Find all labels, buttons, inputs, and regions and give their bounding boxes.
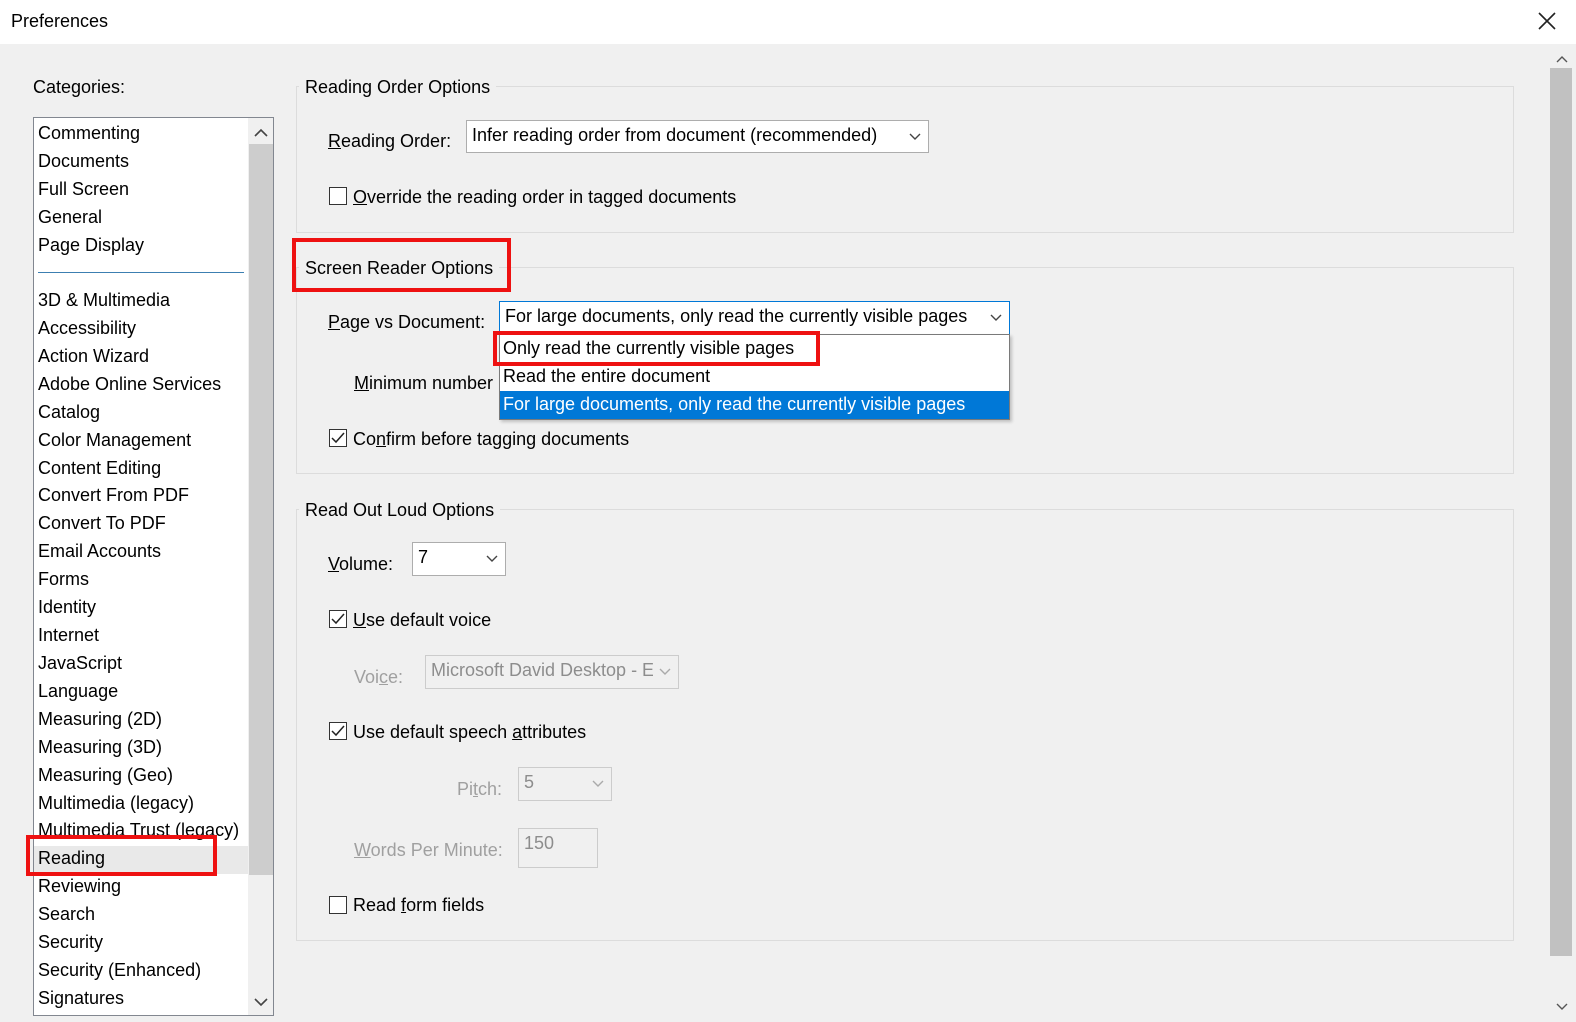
category-item[interactable]: Measuring (3D): [38, 737, 162, 758]
dropdown-option[interactable]: Read the entire document: [500, 363, 1009, 391]
reading-order-title: Reading Order Options: [299, 77, 497, 98]
checkmark-icon: [331, 725, 345, 737]
category-item[interactable]: Multimedia (legacy): [38, 793, 194, 814]
category-item[interactable]: Measuring (2D): [38, 709, 162, 730]
category-item[interactable]: Reviewing: [38, 876, 121, 897]
categories-list[interactable]: Commenting Documents Full Screen General Pag…: [33, 117, 274, 1016]
chevron-down-icon: [585, 768, 611, 800]
categories-scrollbar[interactable]: [248, 118, 273, 1015]
category-item[interactable]: Page Display: [38, 235, 144, 256]
override-checkbox[interactable]: [329, 187, 347, 205]
use-default-voice-label: Use default voice: [353, 610, 492, 630]
category-item[interactable]: Commenting: [38, 123, 140, 144]
category-item[interactable]: Security (Enhanced): [38, 960, 201, 981]
reading-annotation-box: [26, 835, 217, 876]
category-item[interactable]: Security: [38, 932, 103, 953]
category-item[interactable]: General: [38, 207, 102, 228]
scroll-thumb[interactable]: [249, 144, 273, 875]
window-title: Preferences: [11, 11, 109, 31]
dropdown-option-selected[interactable]: For large documents, only read the curre…: [500, 391, 1009, 419]
screen-reader-annotation-box: [292, 238, 511, 292]
words-per-minute-label: Words Per Minute:: [354, 840, 503, 860]
category-item[interactable]: Email Accounts: [38, 541, 161, 562]
pitch-label: Pitch:: [457, 779, 503, 799]
checkmark-icon: [331, 432, 345, 444]
scroll-thumb[interactable]: [1550, 68, 1572, 956]
category-item[interactable]: Measuring (Geo): [38, 765, 173, 786]
words-per-minute-input[interactable]: 150: [518, 828, 598, 868]
checkmark-icon: [331, 613, 345, 625]
categories-label: Categories:: [33, 77, 126, 97]
category-item[interactable]: Internet: [38, 625, 99, 646]
reading-order-label: Reading Order:: [328, 131, 452, 151]
use-default-voice-checkbox[interactable]: [329, 610, 347, 628]
category-item[interactable]: Action Wizard: [38, 346, 149, 367]
page-vs-document-label: Page vs Document:: [328, 312, 486, 332]
chevron-up-icon[interactable]: [248, 120, 273, 146]
chevron-down-icon[interactable]: [1549, 994, 1575, 1020]
read-form-fields-checkbox[interactable]: [329, 896, 347, 914]
page-vs-document-select[interactable]: For large documents, only read the curre…: [499, 301, 1010, 335]
volume-label: Volume:: [328, 554, 394, 574]
chevron-down-icon: [902, 121, 928, 152]
option-annotation-box: [493, 331, 820, 366]
chevron-down-icon: [652, 656, 678, 688]
category-item[interactable]: Convert To PDF: [38, 513, 166, 534]
category-item[interactable]: Documents: [38, 151, 129, 172]
read-form-fields-label: Read form fields: [353, 895, 485, 915]
minimum-number-label: Minimum number: [354, 373, 494, 393]
category-item[interactable]: Identity: [38, 597, 96, 618]
close-icon[interactable]: [1536, 10, 1558, 32]
use-default-speech-checkbox[interactable]: [329, 722, 347, 740]
category-item[interactable]: Signatures: [38, 988, 124, 1009]
window-scrollbar[interactable]: [1548, 44, 1576, 1022]
list-separator: [38, 272, 244, 273]
chevron-down-icon: [983, 302, 1009, 334]
category-item[interactable]: Search: [38, 904, 95, 925]
read-out-loud-title: Read Out Loud Options: [299, 500, 501, 521]
category-item[interactable]: Convert From PDF: [38, 485, 189, 506]
category-item[interactable]: Color Management: [38, 430, 191, 451]
confirm-tagging-checkbox[interactable]: [329, 429, 347, 447]
category-item[interactable]: Forms: [38, 569, 89, 590]
confirm-tagging-label: Confirm before tagging documents: [353, 429, 630, 449]
use-default-speech-label: Use default speech attributes: [353, 722, 587, 742]
title-bar: [0, 0, 1576, 44]
category-item[interactable]: Catalog: [38, 402, 100, 423]
voice-select[interactable]: Microsoft David Desktop - E: [425, 655, 679, 689]
voice-label: Voice:: [354, 667, 404, 687]
chevron-down-icon: [479, 543, 505, 575]
category-item[interactable]: JavaScript: [38, 653, 122, 674]
category-item[interactable]: 3D & Multimedia: [38, 290, 170, 311]
category-item[interactable]: Content Editing: [38, 458, 161, 479]
category-item[interactable]: Language: [38, 681, 118, 702]
reading-order-group: [296, 86, 1514, 233]
reading-order-select[interactable]: Infer reading order from document (recom…: [466, 120, 929, 153]
category-item[interactable]: Full Screen: [38, 179, 129, 200]
override-label: Override the reading order in tagged doc…: [353, 187, 737, 207]
category-item[interactable]: Adobe Online Services: [38, 374, 221, 395]
pitch-select[interactable]: 5: [518, 767, 612, 801]
category-item[interactable]: Accessibility: [38, 318, 136, 339]
volume-select[interactable]: 7: [412, 542, 506, 576]
chevron-down-icon[interactable]: [248, 989, 273, 1015]
